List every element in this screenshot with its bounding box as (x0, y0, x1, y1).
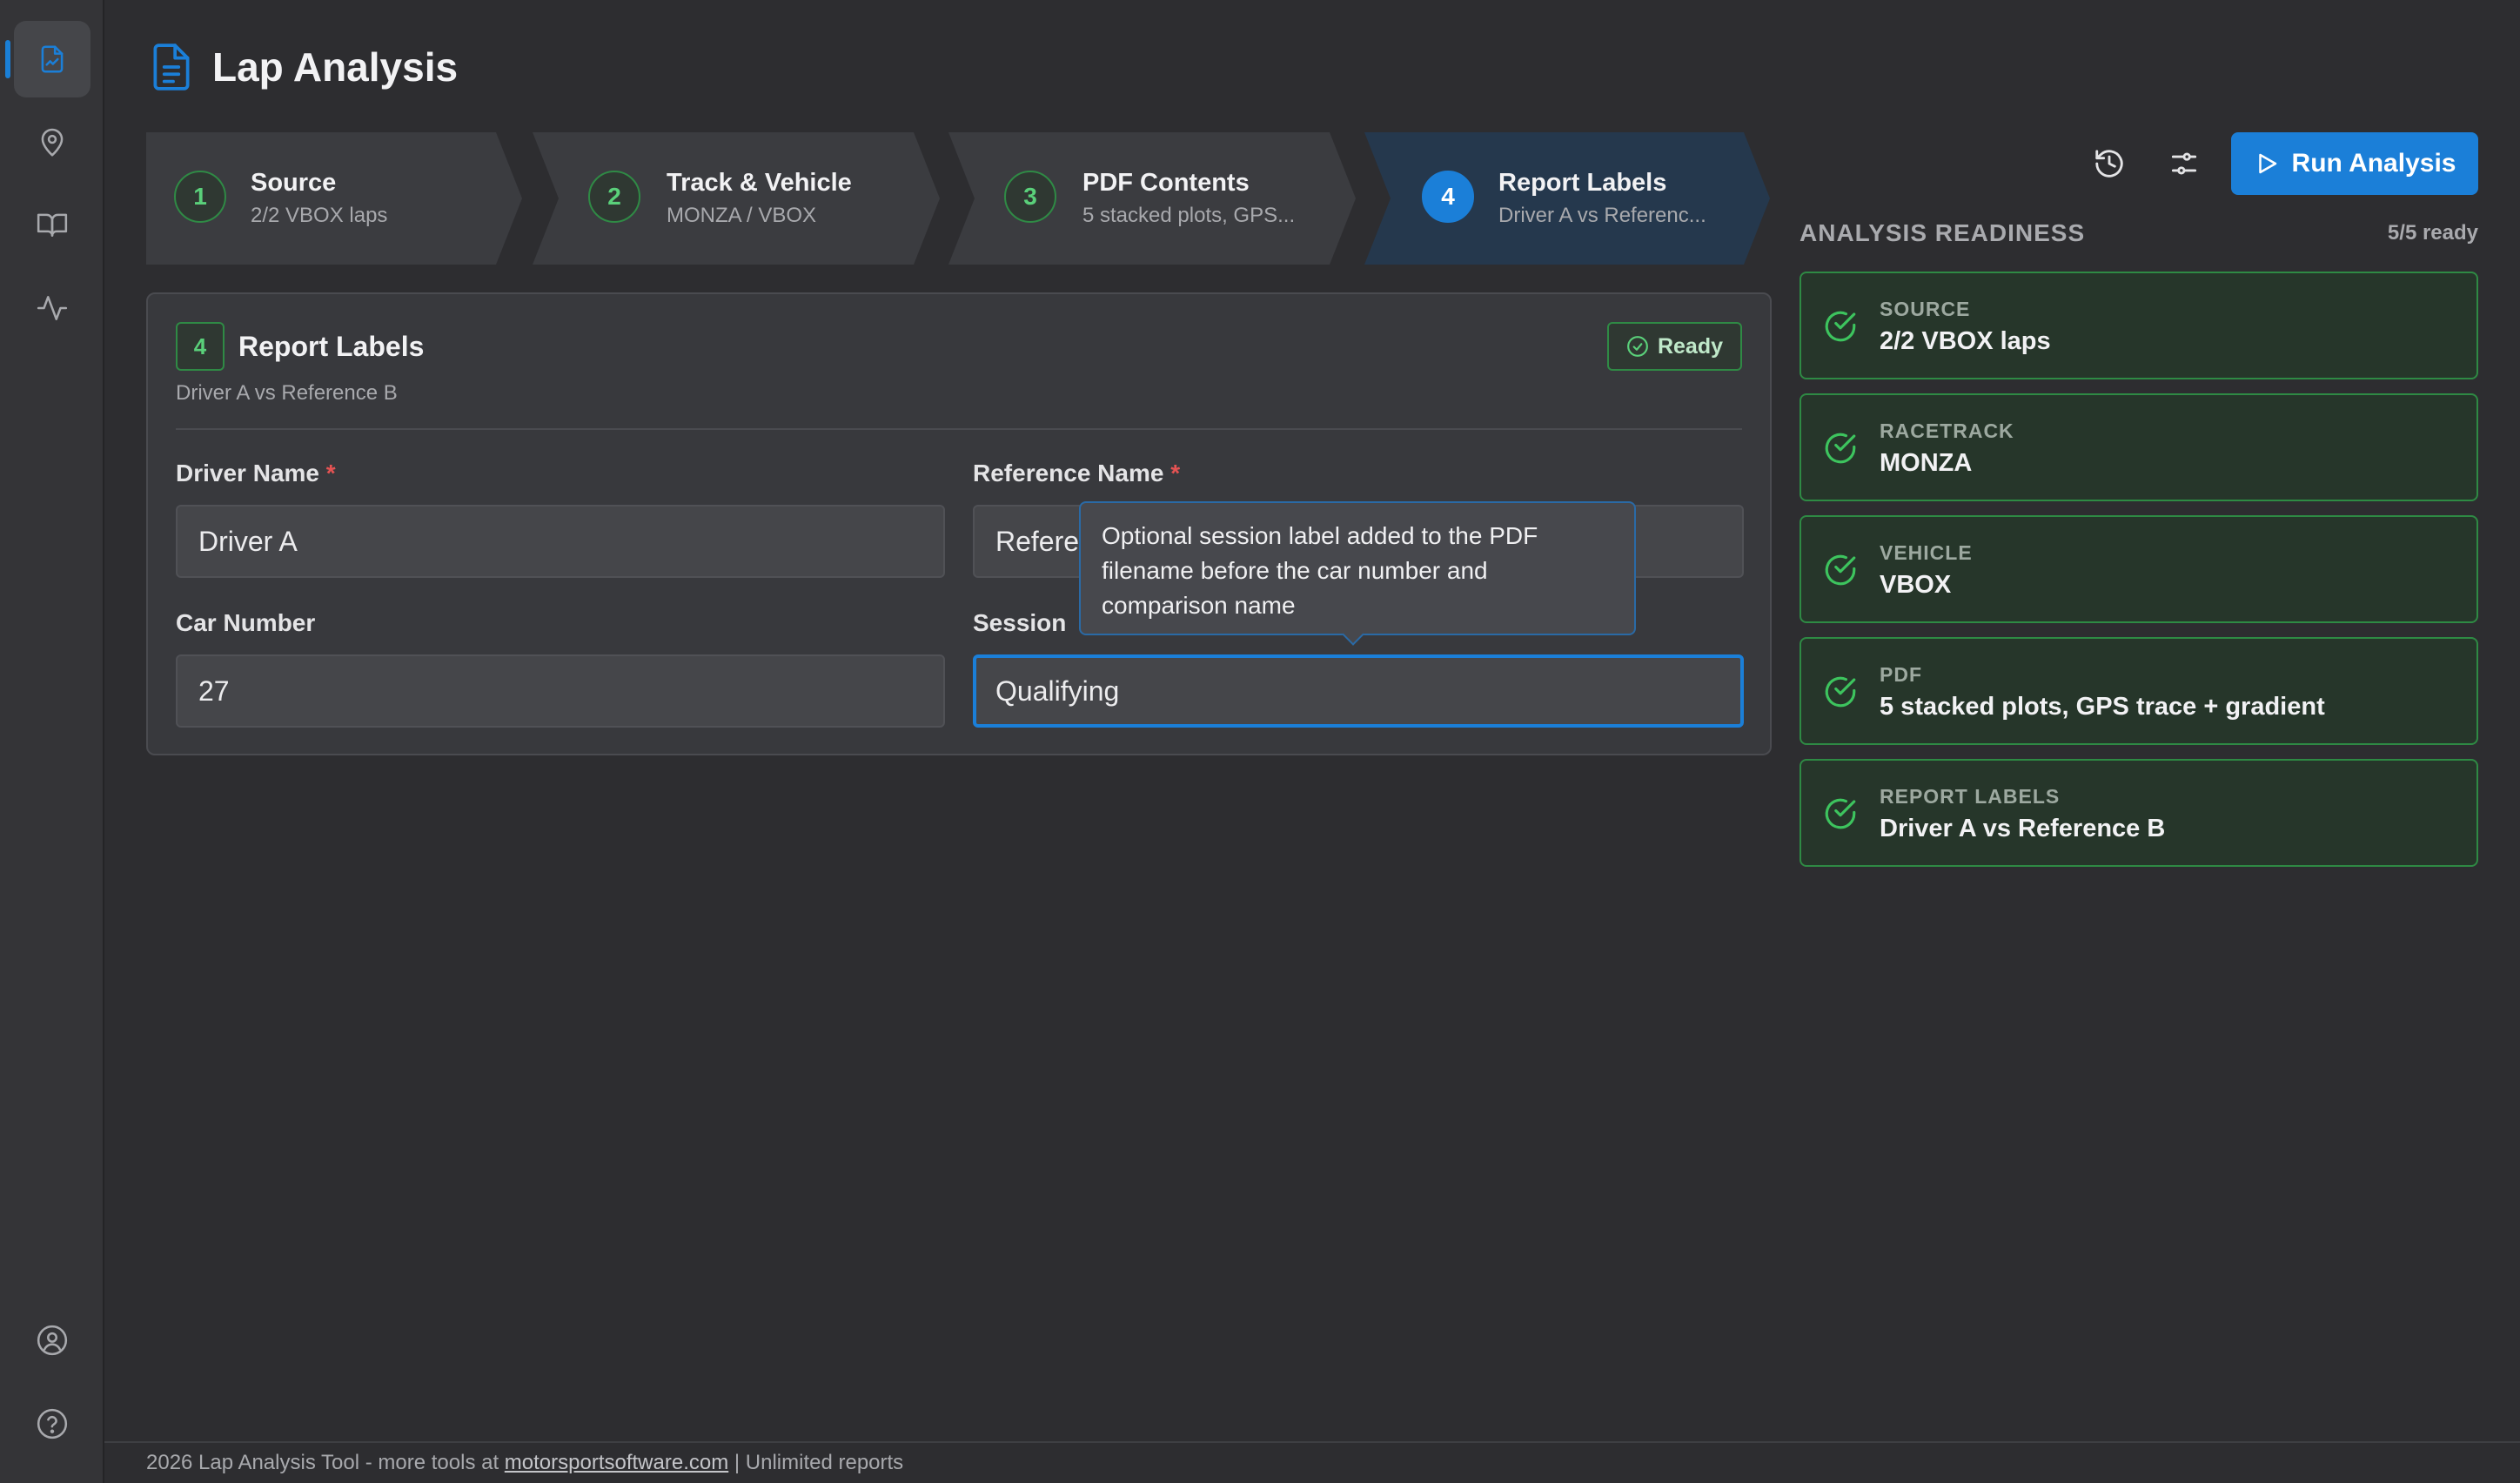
history-button[interactable] (2085, 139, 2134, 188)
session-tooltip: Optional session label added to the PDF … (1079, 501, 1636, 635)
check-circle-icon (1825, 554, 1856, 586)
required-marker: * (325, 460, 336, 487)
help-icon (37, 1408, 68, 1439)
settings-button[interactable] (2160, 139, 2208, 188)
car-number-label: Car Number (176, 609, 316, 636)
footer: 2026 Lap Analysis Tool - more tools at m… (104, 1441, 2520, 1483)
step-subtitle: MONZA / VBOX (667, 204, 817, 227)
step-title: Source (251, 169, 337, 197)
readiness-item-report-labels: REPORT LABELS Driver A vs Reference B (1800, 759, 2478, 867)
step-subtitle: 5 stacked plots, GPS... (1082, 204, 1296, 227)
readiness-value: MONZA (1880, 449, 1973, 477)
book-icon (37, 213, 68, 237)
step-pdf-contents[interactable]: 3 PDF Contents 5 stacked plots, GPS... (948, 132, 1356, 265)
activity-icon (37, 296, 68, 320)
step-report-labels[interactable]: 4 Report Labels Driver A vs Referenc... (1364, 132, 1770, 265)
readiness-value: Driver A vs Reference B (1880, 815, 2166, 842)
step-number: 2 (588, 171, 640, 223)
readiness-value: 5 stacked plots, GPS trace + gradient (1880, 693, 2325, 721)
check-circle-icon (1825, 311, 1856, 342)
footer-prefix: 2026 Lap Analysis Tool - more tools at (146, 1451, 505, 1474)
step-title: Report Labels (1498, 169, 1667, 197)
readiness-item-vehicle: VEHICLE VBOX (1800, 515, 2478, 623)
sidebar (0, 0, 104, 1483)
readiness-label: VEHICLE (1880, 541, 1973, 564)
run-analysis-label: Run Analysis (2291, 149, 2456, 178)
status-badge: Ready (1606, 322, 1742, 371)
sidebar-item-tracks[interactable] (14, 104, 90, 181)
check-circle-icon (1825, 798, 1856, 829)
check-circle-icon (1825, 676, 1856, 708)
map-pin-icon (41, 128, 64, 157)
readiness-label: RACETRACK (1880, 419, 2014, 442)
history-icon (2095, 150, 2123, 178)
step-subtitle: Driver A vs Referenc... (1498, 204, 1706, 227)
step-number: 4 (1422, 171, 1474, 223)
section-title: Report Labels (238, 331, 425, 362)
readiness-label: PDF (1880, 663, 1922, 686)
footer-link[interactable]: motorsportsoftware.com (505, 1451, 728, 1474)
readiness-label: REPORT LABELS (1880, 785, 2061, 808)
readiness-count: 5/5 ready (2387, 221, 2478, 245)
report-icon (41, 45, 64, 73)
readiness-title: ANALYSIS READINESS (1800, 219, 2086, 246)
driver-name-label-text: Driver Name (176, 460, 319, 487)
footer-suffix: | Unlimited reports (728, 1451, 904, 1474)
page-header: Lap Analysis (150, 42, 458, 92)
sidebar-item-help[interactable] (14, 1386, 90, 1462)
session-input[interactable]: Qualifying (973, 654, 1744, 728)
step-source[interactable]: 1 Source 2/2 VBOX laps (146, 132, 522, 265)
play-icon (2258, 153, 2276, 174)
user-icon (37, 1325, 68, 1356)
section-subtitle: Driver A vs Reference B (176, 381, 398, 405)
required-marker: * (1170, 460, 1181, 487)
sidebar-item-telemetry[interactable] (14, 270, 90, 346)
readiness-item-pdf: PDF 5 stacked plots, GPS trace + gradien… (1800, 637, 2478, 745)
readiness-item-source: SOURCE 2/2 VBOX laps (1800, 272, 2478, 379)
session-label: Session (973, 609, 1067, 636)
step-subtitle: 2/2 VBOX laps (251, 204, 388, 227)
divider (176, 428, 1742, 430)
step-number: 1 (174, 171, 226, 223)
sliders-icon (2171, 152, 2197, 175)
section-number-badge: 4 (176, 322, 225, 371)
check-circle-icon (1627, 336, 1648, 357)
step-track-vehicle[interactable]: 2 Track & Vehicle MONZA / VBOX (533, 132, 940, 265)
step-title: Track & Vehicle (667, 169, 852, 197)
driver-name-label: Driver Name * (176, 460, 336, 487)
car-number-input[interactable]: 27 (176, 654, 945, 728)
check-circle-icon (1825, 433, 1856, 464)
sidebar-item-docs[interactable] (14, 186, 90, 263)
readiness-value: VBOX (1880, 571, 1952, 599)
step-number: 3 (1004, 171, 1056, 223)
sidebar-item-account[interactable] (14, 1302, 90, 1379)
driver-name-input[interactable]: Driver A (176, 505, 945, 578)
sidebar-item-reports[interactable] (5, 21, 90, 97)
document-icon (153, 44, 190, 91)
readiness-item-racetrack: RACETRACK MONZA (1800, 393, 2478, 501)
run-analysis-button[interactable]: Run Analysis (2231, 132, 2478, 195)
step-title: PDF Contents (1082, 169, 1250, 197)
readiness-label: SOURCE (1880, 298, 1971, 320)
readiness-value: 2/2 VBOX laps (1880, 327, 2051, 355)
reference-name-label: Reference Name * (973, 460, 1180, 487)
reference-name-label-text: Reference Name (973, 460, 1164, 487)
status-label: Ready (1657, 333, 1723, 359)
page-title: Lap Analysis (212, 44, 459, 90)
